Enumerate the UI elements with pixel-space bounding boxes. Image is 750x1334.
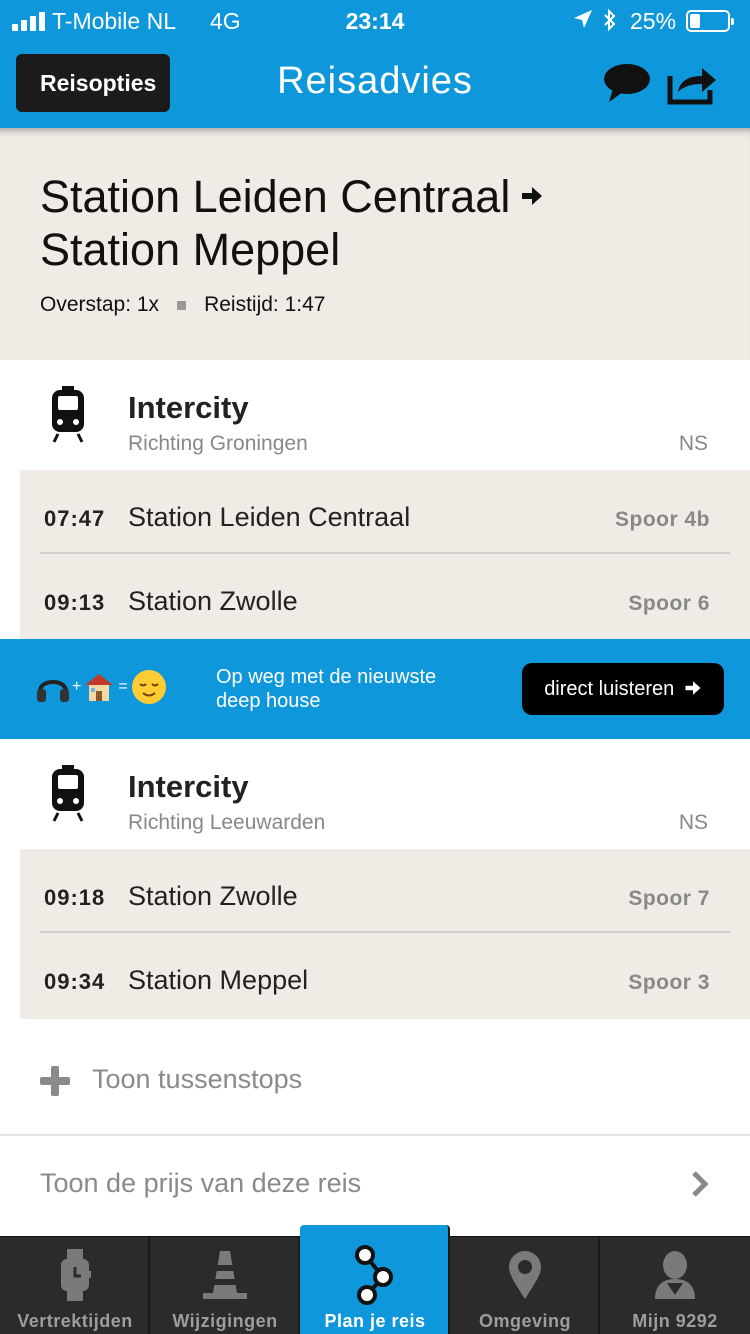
arrow-right-icon [520,166,544,219]
stop-name: Station Leiden Centraal [128,502,411,532]
leg-header: Intercity Richting Leeuwarden NS [0,739,750,849]
stop-name: Station Zwolle [128,881,298,911]
leg-mode: Intercity [128,769,249,804]
leg-direction: Richting Groningen [128,432,308,455]
journey-summary: Station Leiden Centraal Station Meppel O… [0,128,750,360]
transfers-label: Overstap: 1x [40,293,160,316]
tab-label: Plan je reis [324,1311,426,1331]
traffic-cone-icon [150,1249,300,1301]
map-pin-icon [450,1249,600,1301]
battery-icon [686,10,734,32]
tab-label: Wijzigingen [172,1311,278,1331]
tab-label: Omgeving [478,1311,571,1331]
tab-omgeving[interactable]: Omgeving [450,1237,600,1334]
stop-time: 07:47 [44,506,106,531]
battery-percent: 25% [630,8,677,34]
stop-list: 07:47 Station Leiden Centraal Spoor 4b 0… [20,470,750,640]
stop-platform: Spoor 3 [628,971,710,994]
status-bar: T-Mobile NL 4G 23:14 25% [0,0,750,42]
show-intermediate-stops-label: Toon tussenstops [92,1064,303,1094]
arrow-right-icon [684,665,702,717]
tab-vertrektijden[interactable]: Vertrektijden [0,1237,150,1334]
train-icon [50,763,86,828]
route-title: Station Leiden Centraal Station Meppel [40,166,544,276]
stop-name: Station Meppel [128,965,309,995]
bluetooth-icon [602,8,618,38]
promo-text-line2: deep house [216,690,321,712]
plus-icon [40,1066,70,1101]
tab-bar: Vertrektijden Wijzigingen Plan je reis O… [0,1225,750,1334]
relieved-face-icon [131,670,166,704]
promo-text: Op weg met de nieuwste deep house [216,665,436,713]
stop-row: 09:13 Station Zwolle Spoor 6 [40,554,730,638]
location-arrow-icon [572,8,594,36]
destination-station: Station Meppel [40,224,341,275]
stop-list: 09:18 Station Zwolle Spoor 7 09:34 Stati… [20,849,750,1019]
tab-label: Mijn 9292 [632,1311,718,1331]
share-icon[interactable] [666,62,718,111]
stop-row: 09:18 Station Zwolle Spoor 7 [40,849,730,933]
tab-plan-je-reis[interactable]: Plan je reis [300,1225,450,1334]
show-price-label: Toon de prijs van deze reis [40,1168,362,1198]
stop-time: 09:34 [44,969,106,994]
stop-time: 09:18 [44,885,106,910]
leg-header: Intercity Richting Groningen NS [0,360,750,470]
promo-banner[interactable]: + = Op weg met de nieuwste deep house di… [0,639,750,739]
person-icon [600,1249,750,1301]
stop-platform: Spoor 7 [628,887,710,910]
top-bar: T-Mobile NL 4G 23:14 25% Reisopties Reis… [0,0,750,128]
promo-text-line1: Op weg met de nieuwste [216,666,437,688]
chat-icon[interactable] [603,62,651,109]
journey-meta: Overstap: 1x Reistijd: 1:47 [40,293,325,317]
stop-name: Station Zwolle [128,586,298,616]
tab-wijzigingen[interactable]: Wijzigingen [150,1237,300,1334]
promo-equals: = [118,678,128,695]
watch-icon [0,1249,150,1301]
promo-emoji: + = [36,669,167,705]
origin-station: Station Leiden Centraal [40,171,511,222]
leg-direction: Richting Leeuwarden [128,811,326,834]
stop-row: 07:47 Station Leiden Centraal Spoor 4b [40,470,730,554]
listen-button-label: direct luisteren [544,678,675,700]
tab-mijn-9292[interactable]: Mijn 9292 [600,1237,750,1334]
stop-time: 09:13 [44,590,106,615]
duration-label: Reistijd: 1:47 [204,293,326,316]
stop-platform: Spoor 6 [628,592,710,615]
show-price-row[interactable]: Toon de prijs van deze reis [0,1138,750,1226]
promo-plus: + [72,678,82,695]
leg-operator: NS [678,432,708,455]
train-icon [50,384,86,449]
chevron-right-icon [690,1170,710,1203]
house-icon [85,674,114,701]
separator-dot [177,300,187,310]
stop-platform: Spoor 4b [614,508,710,531]
leg-mode: Intercity [128,390,249,425]
show-intermediate-stops-button[interactable]: Toon tussenstops [0,1040,750,1136]
listen-button[interactable]: direct luisteren [522,663,724,715]
tab-label: Vertrektijden [17,1311,133,1331]
stop-row: 09:34 Station Meppel Spoor 3 [40,933,730,1017]
route-icon [300,1245,450,1305]
headphones-icon [37,680,69,702]
leg-operator: NS [678,811,708,834]
